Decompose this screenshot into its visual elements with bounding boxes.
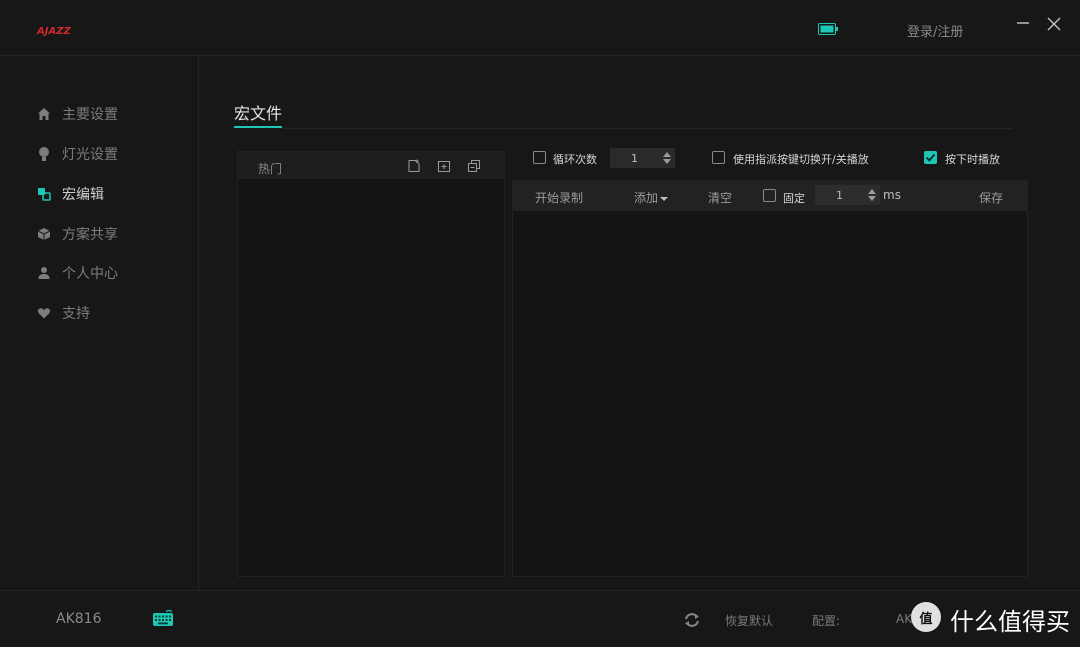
loop-count-stepper[interactable]: 1 — [610, 148, 675, 168]
fixed-delay-value[interactable]: 1 — [815, 189, 864, 202]
macro-group-label[interactable]: 热门 — [258, 160, 282, 177]
clear-button[interactable]: 清空 — [708, 189, 732, 206]
sidebar-item-profile[interactable]: 个人中心 — [36, 263, 118, 283]
config-label: 配置: — [812, 614, 841, 628]
tab-active-indicator — [234, 126, 282, 128]
toggle-play-label: 使用指派按键切换开/关播放 — [733, 153, 869, 166]
battery-icon — [818, 23, 838, 35]
fixed-delay-label: 固定 — [783, 192, 805, 205]
device-model: AK816 — [56, 611, 102, 627]
fixed-delay-stepper[interactable]: 1 — [815, 185, 880, 205]
sidebar-item-label: 宏编辑 — [62, 187, 104, 203]
refresh-icon[interactable] — [683, 612, 701, 628]
add-folder-icon[interactable] — [437, 159, 451, 173]
caret-down-icon — [660, 196, 669, 201]
tab-divider — [282, 128, 1013, 129]
close-icon[interactable] — [1046, 16, 1062, 32]
hold-play-checkbox[interactable] — [924, 151, 937, 164]
sidebar: 主要设置 灯光设置 宏编辑 方案共享 个人中心 支持 — [0, 56, 199, 590]
watermark-logo: 值 — [911, 602, 941, 632]
heart-icon — [36, 305, 52, 321]
loop-count-value[interactable]: 1 — [610, 152, 659, 165]
loop-count-checkbox[interactable] — [533, 151, 546, 164]
increment-icon[interactable] — [868, 189, 876, 194]
sidebar-item-lighting[interactable]: 灯光设置 — [36, 144, 118, 164]
toggle-play-checkbox[interactable] — [712, 151, 725, 164]
macro-list-panel: 热门 — [237, 151, 505, 577]
add-dropdown-button[interactable]: 添加 — [634, 189, 669, 206]
increment-icon[interactable] — [663, 152, 671, 157]
restore-defaults-button[interactable]: 恢复默认 — [725, 612, 773, 629]
watermark-text: 什么值得买 — [950, 608, 1070, 636]
cube-icon — [36, 226, 52, 242]
config-selector[interactable]: AK — [896, 612, 912, 626]
sidebar-item-label: 主要设置 — [62, 107, 118, 123]
macro-icon — [36, 186, 52, 202]
keyboard-icon[interactable] — [152, 609, 174, 629]
copy-icon[interactable] — [467, 159, 481, 173]
loop-count-label: 循环次数 — [553, 153, 597, 166]
sidebar-item-label: 方案共享 — [62, 227, 118, 243]
sidebar-item-label: 支持 — [62, 306, 90, 322]
delay-unit: ms — [883, 188, 901, 202]
macro-list-header: 热门 — [238, 152, 504, 179]
fixed-delay-checkbox[interactable] — [763, 189, 776, 202]
bulb-icon — [36, 146, 52, 162]
hold-play-label: 按下时播放 — [945, 153, 1000, 166]
brand-logo: AJAZZ — [37, 26, 71, 37]
sidebar-item-main-settings[interactable]: 主要设置 — [36, 104, 118, 124]
login-register-link[interactable]: 登录/注册 — [907, 21, 963, 40]
sidebar-item-label: 灯光设置 — [62, 147, 118, 163]
decrement-icon[interactable] — [663, 159, 671, 164]
minimize-icon[interactable] — [1016, 15, 1030, 29]
tab-macro-files[interactable]: 宏文件 — [234, 100, 282, 124]
sidebar-item-scheme-share[interactable]: 方案共享 — [36, 224, 118, 244]
macro-editor-panel: 开始录制 添加 清空 固定 1 ms 保存 — [512, 180, 1028, 577]
home-icon — [36, 106, 52, 122]
start-record-button[interactable]: 开始录制 — [535, 189, 583, 206]
stepper-arrows[interactable] — [864, 189, 880, 201]
sidebar-item-support[interactable]: 支持 — [36, 303, 90, 323]
checkmark-icon — [925, 153, 936, 162]
macro-editor-toolbar: 开始录制 添加 清空 固定 1 ms 保存 — [513, 181, 1027, 211]
decrement-icon[interactable] — [868, 196, 876, 201]
sidebar-item-macro-edit[interactable]: 宏编辑 — [36, 184, 104, 204]
save-button[interactable]: 保存 — [979, 189, 1003, 206]
add-button-label: 添加 — [634, 191, 659, 205]
user-icon — [36, 265, 52, 281]
stepper-arrows[interactable] — [659, 152, 675, 164]
sidebar-item-label: 个人中心 — [62, 266, 118, 282]
new-file-icon[interactable] — [407, 159, 421, 173]
